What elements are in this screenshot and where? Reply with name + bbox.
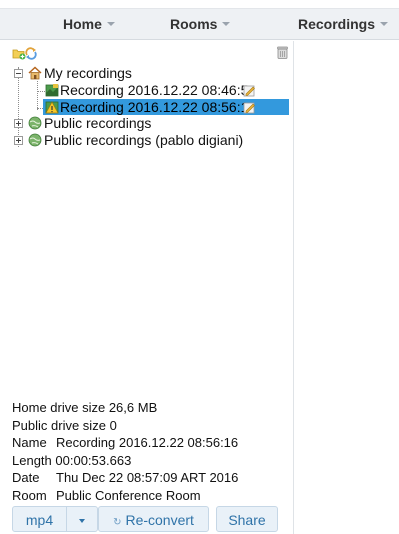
trash-icon[interactable] — [277, 46, 288, 59]
globe-folder-icon — [28, 133, 42, 147]
recording-icon — [45, 84, 59, 97]
tree-node-label: Public recordings (pablo digiani) — [44, 132, 244, 148]
format-dropdown-button[interactable] — [66, 506, 98, 532]
edit-icon[interactable] — [243, 101, 256, 114]
tree-node-label: My recordings — [44, 65, 132, 81]
date-label: Date — [12, 470, 40, 485]
tree-node-recording-selected[interactable]: Recording 2016.12.22 08:56:1 — [0, 99, 294, 116]
public-drive-size-label: Public drive size — [12, 417, 106, 433]
length-row: Length 00:00:53.663 — [12, 452, 238, 470]
name-row: Name Recording 2016.12.22 08:56:16 — [12, 434, 238, 452]
chevron-down-icon — [380, 22, 389, 27]
chevron-down-icon — [222, 22, 231, 27]
nav-home-menu[interactable]: Home — [63, 9, 115, 40]
expand-icon[interactable] — [14, 119, 23, 128]
nav-rooms-label: Rooms — [170, 16, 218, 32]
tree-node-recording[interactable]: Recording 2016.12.22 08:46:5 — [0, 82, 294, 99]
nav-rooms-menu[interactable]: Rooms — [170, 9, 231, 40]
home-folder-icon — [28, 66, 42, 80]
room-row: Room Public Conference Room — [12, 487, 238, 505]
collapse-icon[interactable] — [14, 69, 23, 78]
expand-icon[interactable] — [14, 136, 23, 145]
format-button[interactable]: mp4 — [12, 506, 67, 532]
public-drive-size-value: 0 — [109, 417, 117, 433]
home-drive-size-value: 26,6 MB — [108, 400, 158, 415]
name-value: Recording 2016.12.22 08:56:16 — [56, 435, 239, 450]
tree-node-label: Recording 2016.12.22 08:56:1 — [60, 99, 249, 115]
recording-info: Home drive size 26,6 MB Public drive siz… — [12, 399, 238, 504]
public-drive-size-row: Public drive size 0 — [12, 417, 238, 435]
home-drive-size-row: Home drive size 26,6 MB — [12, 399, 238, 417]
tree-node-public-recordings[interactable]: Public recordings — [0, 115, 294, 132]
globe-folder-icon — [28, 116, 42, 130]
tree-node-label: Recording 2016.12.22 08:46:5 — [60, 82, 249, 98]
chevron-down-icon — [79, 519, 85, 524]
nav-recordings-label: Recordings — [298, 16, 376, 32]
tree-node-my-recordings[interactable]: My recordings — [0, 65, 294, 82]
home-drive-size-label: Home drive size — [12, 400, 106, 415]
reconvert-button[interactable]: ↻ Re-convert — [98, 506, 209, 532]
share-button[interactable]: Share — [216, 506, 278, 532]
length-label: Length — [12, 452, 52, 468]
room-label: Room — [12, 487, 47, 503]
main-navbar: Home Rooms Recordings — [0, 9, 399, 40]
reconvert-label: Re-convert — [125, 512, 194, 528]
tree-node-public-user-recordings[interactable]: Public recordings (pablo digiani) — [0, 132, 294, 149]
recording-warning-icon — [45, 101, 59, 114]
refresh-icon[interactable] — [24, 46, 38, 60]
date-row: Date Thu Dec 22 08:57:09 ART 2016 — [12, 469, 238, 487]
edit-icon[interactable] — [243, 84, 256, 97]
recordings-panel: My recordings Recording 2016.12.22 08:46… — [0, 41, 294, 534]
room-value: Public Conference Room — [56, 487, 201, 503]
top-strip — [0, 0, 399, 9]
nav-home-label: Home — [63, 16, 102, 32]
tree-node-label: Public recordings — [44, 115, 152, 131]
chevron-down-icon — [106, 22, 115, 27]
nav-recordings-menu[interactable]: Recordings — [298, 9, 389, 40]
refresh-icon: ↻ — [113, 517, 122, 528]
date-value: Thu Dec 22 08:57:09 ART 2016 — [56, 470, 239, 485]
name-label: Name — [12, 435, 47, 450]
length-value: 00:00:53.663 — [55, 452, 132, 468]
